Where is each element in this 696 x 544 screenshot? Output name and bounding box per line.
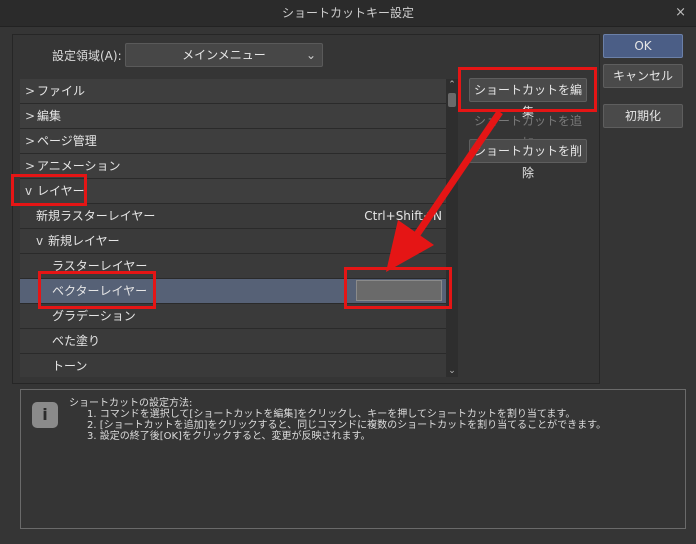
red-arrow-icon — [386, 110, 503, 272]
